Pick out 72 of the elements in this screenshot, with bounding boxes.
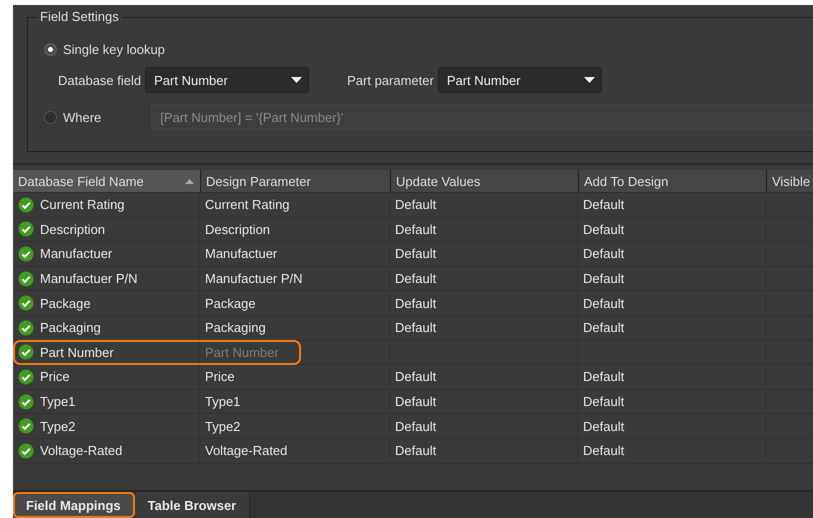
radio-button[interactable] [44, 42, 57, 56]
table-cell: Manufactuer P/N [200, 266, 390, 290]
field-label: Part parameter [347, 72, 434, 88]
dropdown[interactable]: Part Number [438, 67, 602, 93]
caret-icon [291, 77, 302, 83]
table-cell: Default [390, 316, 578, 340]
table-cell: Type2 [200, 414, 390, 438]
table-cell: Current Rating [13, 193, 200, 217]
table-cell: Default [390, 218, 578, 242]
check-icon [18, 368, 34, 385]
sort-icon [185, 178, 194, 184]
column-header[interactable]: Database Field Name [13, 170, 200, 192]
table-cell: Current Rating [200, 193, 390, 217]
table-cell: Default [578, 242, 766, 266]
field-label: Database field [58, 72, 142, 88]
check-icon [18, 221, 34, 238]
table-cell: Default [578, 291, 766, 315]
table-cell: Part Number [200, 340, 390, 364]
table-cell: Default [390, 438, 578, 463]
table-cell: Default [578, 390, 766, 414]
table-cell: Default [390, 390, 578, 414]
column-header[interactable]: Visible [766, 170, 813, 192]
table-cell: Packaging [13, 316, 200, 340]
table-cell: Default [390, 193, 578, 217]
check-icon [18, 442, 34, 459]
check-icon [18, 394, 34, 410]
table-cell: Package [13, 291, 200, 315]
table-cell: Default [390, 414, 578, 438]
column-header[interactable]: Add To Design [578, 170, 766, 192]
table-cell: Default [578, 193, 766, 217]
tab[interactable]: Field Mappings [13, 492, 135, 518]
check-icon [18, 270, 34, 287]
group-title: Field Settings [37, 9, 122, 24]
table-cell: Default [578, 218, 766, 242]
check-icon [18, 418, 34, 434]
table-cell: Default [390, 291, 578, 315]
caret-icon [584, 77, 595, 83]
tab[interactable]: Table Browser [134, 492, 250, 518]
table-cell: Default [578, 266, 766, 290]
radio-label: Single key lookup [63, 42, 165, 56]
table-cell: Voltage-Rated [200, 438, 390, 463]
table-cell: Package [200, 291, 390, 315]
table-cell: Type1 [13, 390, 200, 414]
table-cell: Manufactuer P/N [13, 266, 200, 290]
table-cell: Default [578, 414, 766, 438]
check-icon [18, 320, 34, 336]
column-header[interactable]: Update Values [390, 170, 578, 192]
table-cell: Default [390, 365, 578, 389]
table-cell: Part Number [13, 340, 200, 364]
table-cell: Description [200, 218, 390, 242]
table-cell: Price [200, 365, 390, 389]
table-cell: Default [578, 438, 766, 463]
table-cell: Manufactuer [13, 242, 200, 266]
table-cell: Type2 [13, 414, 200, 438]
radio-button[interactable] [44, 110, 57, 124]
check-icon [18, 246, 34, 262]
check-icon [18, 344, 34, 360]
check-icon [18, 295, 34, 312]
table-cell: Description [13, 218, 200, 242]
check-icon [18, 196, 34, 213]
table-cell: Default [390, 242, 578, 266]
table-cell: Manufactuer [200, 242, 390, 266]
column-header[interactable]: Design Parameter [200, 170, 390, 192]
table-cell: Default [390, 266, 578, 290]
table-cell: Price [13, 365, 200, 389]
table-cell: Type1 [200, 390, 390, 414]
table-cell: Default [578, 316, 766, 340]
table-cell: Default [578, 365, 766, 389]
radio-label: Where [63, 110, 102, 124]
table-cell: Voltage-Rated [13, 438, 200, 463]
dropdown[interactable]: Part Number [145, 67, 310, 93]
table-cell: Packaging [200, 316, 390, 340]
